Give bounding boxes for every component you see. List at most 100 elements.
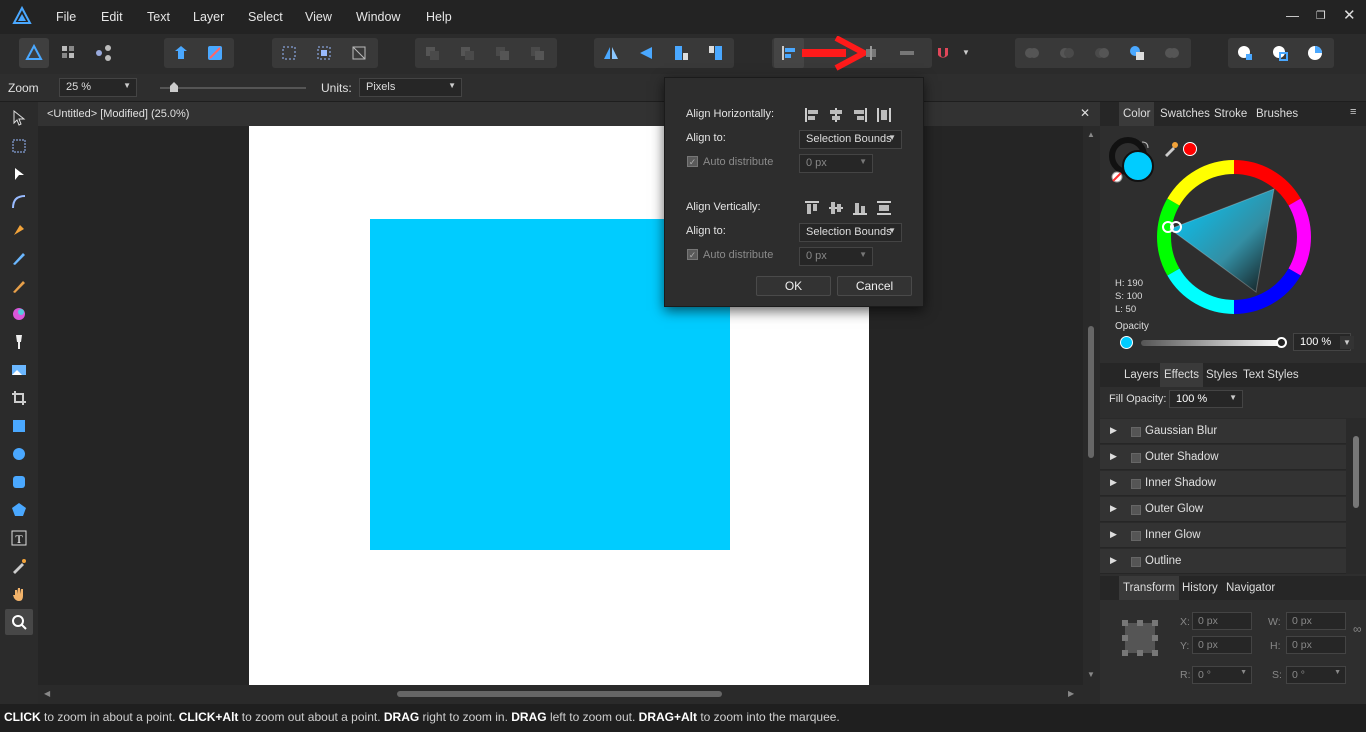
tab-brushes[interactable]: Brushes: [1256, 108, 1298, 120]
auto-distribute-h-checkbox[interactable]: ✓: [687, 156, 698, 167]
scroll-down-icon[interactable]: ▼: [1087, 670, 1095, 679]
expand-icon[interactable]: ▶: [1110, 451, 1117, 462]
eyedropper-icon[interactable]: [1162, 140, 1180, 161]
align-bottom-icon[interactable]: [849, 198, 871, 218]
minimize-icon[interactable]: —: [1286, 8, 1299, 23]
opacity-slider-handle[interactable]: [1276, 337, 1287, 348]
color-picker-tool-icon[interactable]: [5, 553, 33, 579]
opacity-slider-track[interactable]: [1141, 340, 1283, 346]
artboard-tool-icon[interactable]: [5, 133, 33, 159]
move-tool-icon[interactable]: [5, 105, 33, 131]
pen-tool-icon[interactable]: [5, 217, 33, 243]
expand-icon[interactable]: ▶: [1110, 555, 1117, 566]
align-top-icon[interactable]: [801, 198, 823, 218]
effect-row-gaussian-blur[interactable]: ▶ Gaussian Blur: [1100, 419, 1346, 444]
effect-checkbox[interactable]: [1131, 557, 1141, 567]
document-tab[interactable]: <Untitled> [Modified] (25.0%) ✕: [38, 102, 1100, 126]
link-icon[interactable]: ∞: [1353, 622, 1362, 636]
expand-icon[interactable]: ▶: [1110, 503, 1117, 514]
boolean-subtract-icon[interactable]: [1052, 38, 1082, 68]
arrange-back-icon[interactable]: [417, 38, 447, 68]
tab-styles[interactable]: Styles: [1206, 369, 1237, 381]
snap-geometry-icon[interactable]: [344, 38, 374, 68]
snap-bounds-icon[interactable]: [274, 38, 304, 68]
menu-edit[interactable]: Edit: [101, 10, 123, 24]
horizontal-scrollbar[interactable]: ◀ ▶: [38, 685, 1083, 704]
menu-window[interactable]: Window: [356, 10, 400, 24]
shape-tool-icon[interactable]: [5, 497, 33, 523]
snapping-magnet-icon[interactable]: [928, 38, 958, 68]
zoom-tool-icon[interactable]: [5, 609, 33, 635]
canvas[interactable]: [38, 126, 1083, 685]
panel-menu-icon[interactable]: ≡: [1350, 106, 1356, 118]
w-field[interactable]: 0 px: [1286, 612, 1346, 630]
restore-icon[interactable]: ❐: [1316, 9, 1326, 22]
effect-checkbox[interactable]: [1131, 453, 1141, 463]
cancel-button[interactable]: Cancel: [837, 276, 912, 296]
upload-icon[interactable]: [166, 38, 196, 68]
effect-row-outer-glow[interactable]: ▶ Outer Glow: [1100, 497, 1346, 522]
menu-layer[interactable]: Layer: [193, 10, 224, 24]
close-document-icon[interactable]: ✕: [1080, 106, 1090, 120]
effect-checkbox[interactable]: [1131, 505, 1141, 515]
arrange-forward-icon[interactable]: [487, 38, 517, 68]
arrange-backward-icon[interactable]: [452, 38, 482, 68]
menu-text[interactable]: Text: [147, 10, 170, 24]
designer-persona-icon[interactable]: [19, 38, 49, 68]
menu-view[interactable]: View: [305, 10, 332, 24]
horizontal-scroll-thumb[interactable]: [397, 691, 722, 697]
text-tool-icon[interactable]: T: [5, 525, 33, 551]
assistant-icon[interactable]: [200, 38, 230, 68]
opacity-dropdown-icon[interactable]: ▼: [1340, 336, 1354, 349]
tab-stroke[interactable]: Stroke: [1214, 108, 1247, 120]
scroll-up-icon[interactable]: ▲: [1087, 130, 1095, 139]
effect-checkbox[interactable]: [1131, 479, 1141, 489]
space-vertical-icon[interactable]: [873, 198, 895, 218]
zoom-dropdown[interactable]: 25 % ▼: [59, 78, 137, 97]
color-wheel[interactable]: [1156, 159, 1312, 315]
align-center-horizontal-icon[interactable]: [825, 105, 847, 125]
menu-file[interactable]: File: [56, 10, 76, 24]
effect-checkbox[interactable]: [1131, 427, 1141, 437]
fill-opacity-dropdown[interactable]: 100 % ▼: [1169, 390, 1243, 408]
export-persona-icon[interactable]: [89, 38, 119, 68]
shear-field[interactable]: 0 ° ▼: [1286, 666, 1346, 684]
expand-icon[interactable]: ▶: [1110, 477, 1117, 488]
transparency-tool-icon[interactable]: [5, 329, 33, 355]
snap-object-icon[interactable]: [309, 38, 339, 68]
rotate-right-icon[interactable]: [701, 38, 731, 68]
pixel-persona-icon[interactable]: [54, 38, 84, 68]
zoom-slider-track[interactable]: [160, 87, 306, 89]
boolean-xor-icon[interactable]: [1122, 38, 1152, 68]
expand-icon[interactable]: ▶: [1110, 529, 1117, 540]
effect-row-inner-glow[interactable]: ▶ Inner Glow: [1100, 523, 1346, 548]
insert-inside-icon[interactable]: [1300, 38, 1330, 68]
effect-row-inner-shadow[interactable]: ▶ Inner Shadow: [1100, 471, 1346, 496]
distribute-v-field[interactable]: 0 px ▼: [799, 247, 873, 266]
tab-history[interactable]: History: [1182, 582, 1218, 594]
expand-icon[interactable]: ▶: [1110, 425, 1117, 436]
arrange-front-icon[interactable]: [522, 38, 552, 68]
insert-top-icon[interactable]: [1265, 38, 1295, 68]
y-field[interactable]: 0 px: [1192, 636, 1252, 654]
effect-checkbox[interactable]: [1131, 531, 1141, 541]
ellipse-tool-icon[interactable]: [5, 441, 33, 467]
place-image-icon[interactable]: [5, 357, 33, 383]
vertical-scrollbar[interactable]: ▲ ▼: [1083, 126, 1100, 685]
flip-vertical-icon[interactable]: [631, 38, 661, 68]
align-to-h-dropdown[interactable]: Selection Bounds ▼: [799, 130, 902, 149]
tab-color[interactable]: Color: [1119, 102, 1155, 126]
auto-distribute-v-checkbox[interactable]: ✓: [687, 249, 698, 260]
zoom-slider-handle[interactable]: [170, 82, 178, 92]
vertical-scroll-thumb[interactable]: [1088, 326, 1094, 458]
distribute-h-field[interactable]: 0 px ▼: [799, 154, 873, 173]
rounded-rectangle-tool-icon[interactable]: [5, 469, 33, 495]
align-middle-vertical-icon[interactable]: [825, 198, 847, 218]
space-horizontal-icon[interactable]: [873, 105, 895, 125]
node-tool-icon[interactable]: [5, 161, 33, 187]
scroll-left-icon[interactable]: ◀: [44, 689, 50, 698]
align-distribute-icon[interactable]: [891, 38, 923, 68]
corner-tool-icon[interactable]: [5, 189, 33, 215]
previous-color-swatch[interactable]: [1183, 142, 1197, 156]
effect-row-outer-shadow[interactable]: ▶ Outer Shadow: [1100, 445, 1346, 470]
